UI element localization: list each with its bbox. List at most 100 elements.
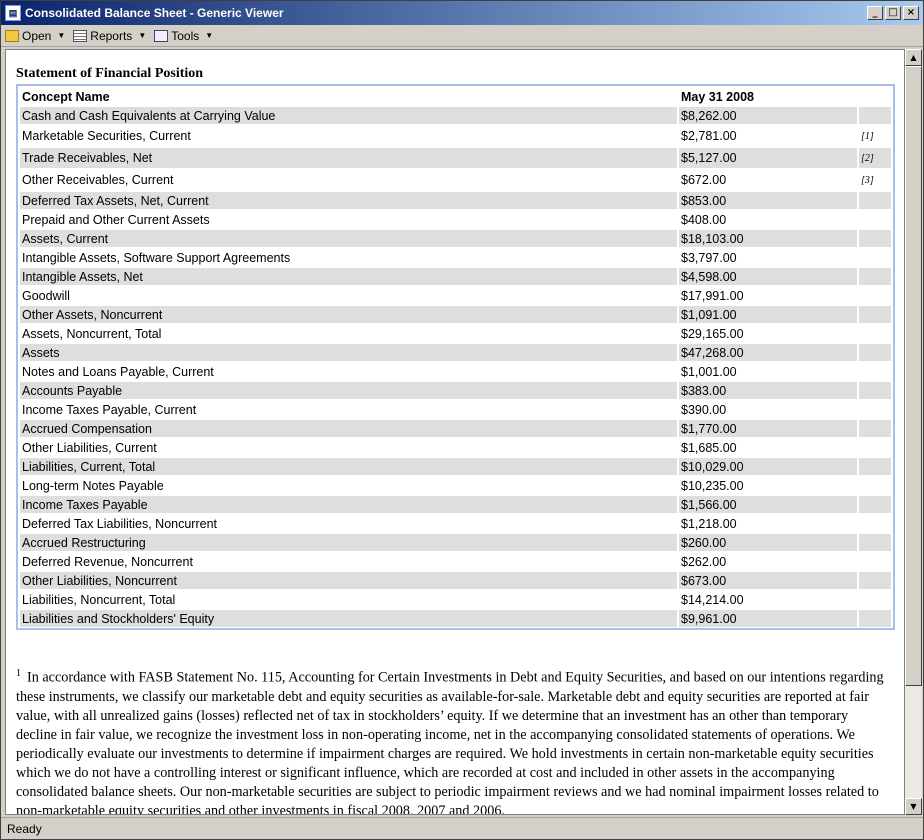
concept-cell: Other Liabilities, Noncurrent [20, 572, 677, 589]
concept-cell: Other Receivables, Current [22, 173, 174, 187]
table-row: Deferred Tax Liabilities, Noncurrent $1,2… [20, 515, 891, 532]
value-cell: $14,214.00 [681, 592, 744, 607]
value-cell: $262.00 [681, 554, 727, 569]
status-text: Ready [7, 821, 42, 836]
table-row: Deferred Revenue, Noncurrent $262.00 [20, 553, 891, 570]
footnote-ref-cell[interactable]: [1] [859, 126, 891, 146]
open-menu-button[interactable]: Open ▼ [1, 26, 69, 46]
table-row: Notes and Loans Payable, Current $1,001.0… [20, 363, 891, 380]
value-cell: $4,598.00 [679, 268, 857, 285]
close-button[interactable]: × [903, 6, 919, 20]
dropdown-arrow-icon[interactable]: ▼ [205, 31, 213, 40]
concept-cell: Accrued Compensation [20, 420, 677, 437]
value-cell: $10,235.00 [681, 478, 744, 493]
statement-heading: Statement of Financial Position [16, 66, 204, 81]
footnote-ref-cell [859, 287, 891, 304]
value-cell: $10,029.00 [679, 458, 857, 475]
app-window: ▤ Consolidated Balance Sheet - Generic V… [0, 0, 924, 840]
column-header-concept: Concept Name [20, 88, 677, 105]
value-cell: $1,218.00 [681, 516, 737, 531]
concept-cell: Cash and Cash Equivalents at Carrying Va… [20, 107, 677, 124]
title-bar[interactable]: ▤ Consolidated Balance Sheet - Generic V… [1, 1, 923, 25]
table-row: Other Liabilities, Noncurrent $673.00 [20, 572, 891, 589]
minimize-button[interactable]: _ [867, 6, 883, 20]
table-row: Liabilities, Current, Total $10,029.00 [20, 458, 891, 475]
concept-cell: Income Taxes Payable, Current [22, 402, 197, 417]
table-row: Assets, Noncurrent, Total $29,165.00 [20, 325, 891, 342]
table-row: Prepaid and Other Current Assets $408.00 [20, 211, 891, 228]
footnote-ref-cell [859, 268, 891, 285]
scroll-up-arrow-icon[interactable]: ▲ [905, 49, 922, 66]
value-cell: $18,103.00 [679, 230, 857, 247]
concept-cell: Long-term Notes Payable [22, 478, 164, 493]
value-cell: $1,091.00 [679, 306, 857, 323]
footnote-text: In accordance with FASB Statement No. 11… [16, 669, 884, 815]
column-header-footnote [859, 88, 891, 105]
vertical-scrollbar[interactable]: ▲ ▼ [905, 49, 922, 815]
scroll-down-arrow-icon[interactable]: ▼ [905, 798, 922, 815]
footnote-ref-cell [859, 477, 891, 494]
footnote-ref-cell [859, 420, 891, 437]
tools-icon [154, 29, 169, 42]
value-cell: $383.00 [679, 382, 857, 399]
status-bar: Ready [1, 817, 923, 839]
table-row: Cash and Cash Equivalents at Carrying Va… [20, 107, 891, 124]
open-label: Open [22, 28, 52, 43]
value-cell: $672.00 [681, 173, 727, 187]
tools-menu-button[interactable]: Tools ▼ [150, 26, 217, 46]
concept-cell: Marketable Securities, Current [22, 129, 191, 143]
balance-sheet-table-container: Concept Name May 31 2008 Cash and Cash E… [16, 84, 895, 630]
footnote-ref-cell [859, 572, 891, 589]
concept-cell: Accounts Payable [20, 382, 677, 399]
reports-label: Reports [90, 28, 133, 43]
reports-menu-button[interactable]: Reports ▼ [69, 26, 150, 46]
table-row: Accrued Compensation $1,770.00 [20, 420, 891, 437]
table-row: Other Receivables, Current $672.00 [3] [20, 170, 891, 190]
value-cell: $1,770.00 [679, 420, 857, 437]
dropdown-arrow-icon[interactable]: ▼ [138, 31, 146, 40]
table-row: Assets $47,268.00 [20, 344, 891, 361]
scrollbar-thumb[interactable] [905, 66, 922, 686]
value-cell: $390.00 [681, 402, 727, 417]
footnote-ref-cell [859, 496, 891, 513]
table-row: Assets, Current $18,103.00 [20, 230, 891, 247]
concept-cell: Assets, Current [20, 230, 677, 247]
concept-cell: Assets [20, 344, 677, 361]
concept-cell: Deferred Revenue, Noncurrent [22, 554, 193, 569]
balance-sheet-table: Concept Name May 31 2008 Cash and Cash E… [18, 86, 893, 629]
table-row: Intangible Assets, Net $4,598.00 [20, 268, 891, 285]
folder-open-icon [5, 29, 19, 42]
footnote-ref-cell [859, 458, 891, 475]
maximize-button[interactable]: □ [885, 6, 901, 20]
dropdown-arrow-icon[interactable]: ▼ [57, 31, 65, 40]
table-row: Liabilities, Noncurrent, Total $14,214.00 [20, 591, 891, 608]
value-cell: $9,961.00 [679, 610, 857, 627]
footnote-ref-cell [859, 192, 891, 209]
table-row: Accrued Restructuring $260.00 [20, 534, 891, 551]
value-cell: $408.00 [681, 212, 727, 227]
document-view[interactable]: Statement of Financial Position Concept … [5, 49, 905, 815]
table-row: Income Taxes Payable, Current $390.00 [20, 401, 891, 418]
value-cell: $5,127.00 [679, 148, 857, 168]
value-cell: $2,781.00 [681, 129, 737, 143]
value-cell: $29,165.00 [681, 326, 744, 341]
table-row: Goodwill $17,991.00 [20, 287, 891, 304]
footnote-ref-cell [859, 363, 891, 380]
concept-cell: Deferred Tax Assets, Net, Current [20, 192, 677, 209]
value-cell: $1,685.00 [681, 440, 737, 455]
footnote-ref-cell [859, 325, 891, 342]
concept-cell: Accrued Restructuring [20, 534, 677, 551]
table-row: Trade Receivables, Net $5,127.00 [2] [20, 148, 891, 168]
table-row: Other Assets, Noncurrent $1,091.00 [20, 306, 891, 323]
concept-cell: Intangible Assets, Software Support Agre… [22, 250, 291, 265]
footnote-ref-cell[interactable]: [3] [859, 170, 891, 190]
footnote-ref-cell [859, 534, 891, 551]
table-row: Liabilities and Stockholders' Equity $9,9… [20, 610, 891, 627]
footnote-ref-cell [859, 230, 891, 247]
footnote-ref-cell[interactable]: [2] [859, 148, 891, 168]
value-cell: $673.00 [679, 572, 857, 589]
concept-cell: Liabilities, Noncurrent, Total [22, 592, 176, 607]
footnote-ref-cell [859, 306, 891, 323]
toolbar: Open ▼ Reports ▼ Tools ▼ [1, 25, 923, 47]
concept-cell: Other Liabilities, Current [22, 440, 157, 455]
